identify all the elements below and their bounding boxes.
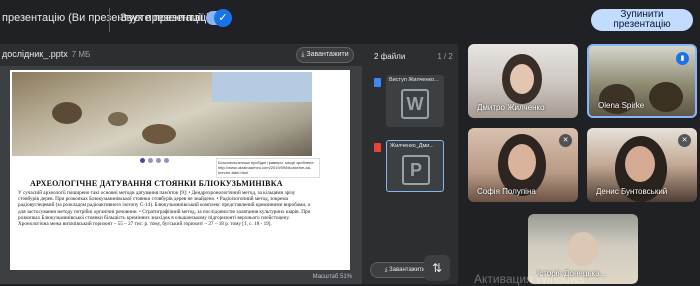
divider xyxy=(109,8,110,32)
carousel-dot[interactable] xyxy=(164,158,169,163)
document-viewer: дослідник_.pptx 7 МБ ⤓ Завантажити Білоск… xyxy=(0,44,362,284)
mic-muted-icon: ✕ xyxy=(559,134,572,147)
check-icon: ✓ xyxy=(214,9,232,27)
meeting-top-bar: презентацію (Ви презентуєте презентацію)… xyxy=(0,0,700,40)
files-header: 2 файли 1 / 2 xyxy=(374,52,453,61)
participant-tile[interactable]: ✕ Софія Полупіна xyxy=(468,128,578,202)
participant-video-figure xyxy=(649,82,683,112)
participant-video-face xyxy=(568,232,598,266)
stop-presenting-button[interactable]: Зупинити презентацію xyxy=(591,9,693,31)
files-count-label: 2 файли xyxy=(374,52,406,61)
photo-caption: Білоскельненські пробідні гравюри. місце… xyxy=(216,158,320,178)
participant-video-face xyxy=(508,144,536,180)
participant-name: Olena Spirke xyxy=(598,101,645,110)
file-thumbnail[interactable]: Виступ Жилченко... W xyxy=(386,75,444,127)
participant-name: Дмитро Жилченко xyxy=(477,103,545,112)
rock-shape xyxy=(142,124,176,144)
powerpoint-icon xyxy=(374,143,381,152)
download-label: Завантажити xyxy=(306,51,349,58)
slide-heading: АРХЕОЛОГІЧНЕ ДАТУВАННЯ СТОЯНКИ БЛІОКУЗЬМ… xyxy=(30,179,283,188)
carousel-dot[interactable] xyxy=(140,158,145,163)
rock-shape xyxy=(108,112,128,126)
slide-body-text: У сучасній археології поширено такі осно… xyxy=(18,190,311,228)
file-name: Жилченко_Дми... xyxy=(390,143,434,149)
slide-page: Білоскельненські пробідні гравюри. місце… xyxy=(10,70,350,270)
participant-tile[interactable]: ✕ Денис Бунтовський xyxy=(587,128,697,202)
presentation-sound-label: Звук презентації xyxy=(120,12,204,24)
word-icon: W xyxy=(401,89,429,119)
participant-name: Денис Бунтовський xyxy=(596,187,668,196)
files-download-label: Завантажити xyxy=(389,267,426,273)
document-size: 7 МБ xyxy=(71,50,91,59)
word-icon xyxy=(374,78,381,87)
document-title-bar: дослідник_.pptx 7 МБ ⤓ Завантажити xyxy=(0,44,362,66)
download-button[interactable]: ⤓ Завантажити xyxy=(296,47,354,63)
slide-photo xyxy=(12,72,312,156)
carousel-dot[interactable] xyxy=(156,158,161,163)
file-name: Виступ Жилченко... xyxy=(389,77,439,83)
rock-shape xyxy=(52,102,82,124)
slide-carousel-dots xyxy=(140,158,169,163)
participant-video-face xyxy=(510,64,534,94)
speaking-icon: ▮ xyxy=(676,52,689,65)
files-panel: 2 файли 1 / 2 Виступ Жилченко... W Жилчен… xyxy=(362,44,458,284)
participant-tile[interactable]: Дмитро Жилченко xyxy=(468,44,578,118)
file-thumbnail-selected[interactable]: Жилченко_Дми... P xyxy=(386,140,444,192)
participant-name: Софія Полупіна xyxy=(477,187,536,196)
swap-layout-icon[interactable]: ⇅ xyxy=(424,255,450,281)
files-page-indicator: 1 / 2 xyxy=(437,52,453,61)
participant-tile-active[interactable]: ▮ Olena Spirke xyxy=(587,44,697,118)
carousel-dot[interactable] xyxy=(148,158,153,163)
mic-muted-icon: ✕ xyxy=(678,134,691,147)
zoom-level[interactable]: Масштаб 51% xyxy=(313,274,352,280)
document-title: дослідник_.pptx 7 МБ xyxy=(2,49,90,59)
document-filename: дослідник_.pptx xyxy=(2,49,68,59)
photo-sky xyxy=(212,72,312,102)
powerpoint-icon: P xyxy=(402,155,430,185)
presentation-sound-toggle[interactable]: ✓ xyxy=(206,9,232,27)
participant-video-face xyxy=(625,146,655,182)
stop-button-line2: презентацію xyxy=(613,19,671,30)
